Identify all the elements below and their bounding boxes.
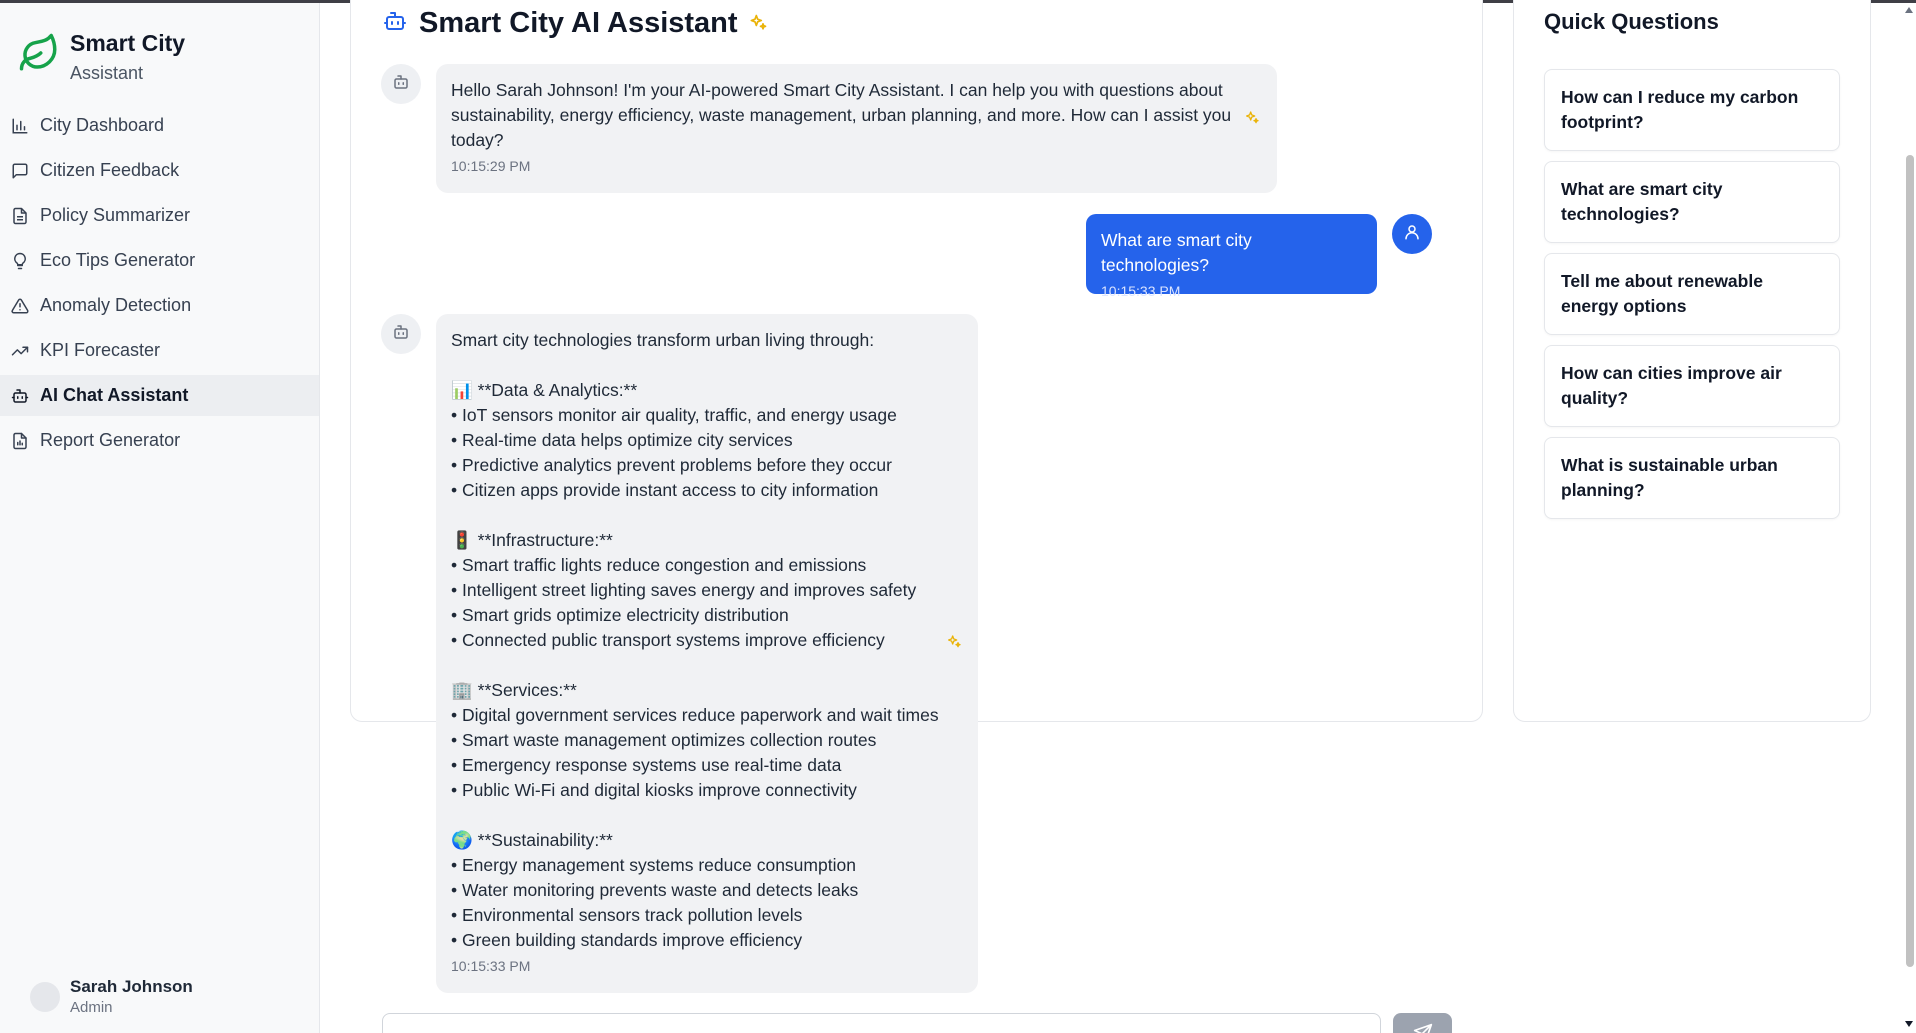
user-name: Sarah Johnson (70, 977, 193, 996)
sidebar-item-kpi-forecaster[interactable]: KPI Forecaster (0, 330, 319, 371)
sparkles-icon (946, 632, 962, 657)
bot-icon (10, 386, 30, 406)
user-icon (1403, 223, 1421, 246)
sidebar-item-label: Report Generator (40, 430, 181, 450)
quick-questions-title: Quick Questions (1544, 9, 1719, 34)
send-button[interactable] (1393, 1013, 1452, 1033)
sidebar-item-report-generator[interactable]: Report Generator (0, 420, 319, 461)
sparkles-icon (1244, 108, 1260, 133)
brand-title: Smart City (70, 30, 186, 56)
user-profile[interactable]: Sarah Johnson Admin (30, 976, 193, 1018)
quick-question-button[interactable]: How can cities improve air quality? (1544, 345, 1840, 427)
sidebar-item-label: AI Chat Assistant (40, 385, 189, 405)
user-role: Admin (70, 999, 113, 1016)
sidebar-item-label: City Dashboard (40, 115, 165, 135)
user-message: What are smart city technologies? 10:15:… (1086, 214, 1377, 299)
trending-up-icon (10, 341, 30, 361)
scrollbar-thumb[interactable] (1906, 155, 1914, 967)
assistant-message: Hello Sarah Johnson! I'm your AI-powered… (436, 64, 1277, 193)
sidebar-item-policy-summarizer[interactable]: Policy Summarizer (0, 195, 319, 236)
sidebar-item-city-dashboard[interactable]: City Dashboard (0, 105, 319, 146)
sidebar-item-label: Policy Summarizer (40, 205, 191, 225)
message-timestamp: 10:15:33 PM (1101, 283, 1181, 299)
message-timestamp: 10:15:29 PM (451, 158, 531, 174)
bot-icon (392, 73, 410, 96)
brand-subtitle: Assistant (70, 63, 144, 83)
sidebar-item-eco-tips-generator[interactable]: Eco Tips Generator (0, 240, 319, 281)
sidebar: Smart City Assistant City Dashboard Citi… (0, 3, 320, 1033)
bot-icon (392, 323, 410, 346)
quick-question-button[interactable]: Tell me about renewable energy options (1544, 253, 1840, 335)
message-timestamp: 10:15:33 PM (451, 958, 531, 974)
page-title: Smart City AI Assistant (419, 7, 738, 39)
brand[interactable]: Smart City Assistant (18, 28, 185, 86)
bot-icon (383, 9, 407, 38)
message-text: Smart city technologies transform urban … (451, 330, 939, 950)
sidebar-nav: City Dashboard Citizen Feedback Policy S… (0, 105, 319, 465)
sidebar-item-citizen-feedback[interactable]: Citizen Feedback (0, 150, 319, 191)
bar-chart-icon (10, 116, 30, 136)
quick-question-button[interactable]: What is sustainable urban planning? (1544, 437, 1840, 519)
message-square-icon (10, 161, 30, 181)
send-icon (1413, 1023, 1433, 1033)
report-icon (10, 431, 30, 451)
quick-question-button[interactable]: How can I reduce my carbon footprint? (1544, 69, 1840, 151)
sidebar-item-label: KPI Forecaster (40, 340, 161, 360)
sidebar-item-anomaly-detection[interactable]: Anomaly Detection (0, 285, 319, 326)
page-scrollbar[interactable] (1902, 3, 1916, 1033)
lightbulb-icon (10, 251, 30, 271)
assistant-avatar (381, 314, 421, 354)
leaf-logo-icon (18, 32, 60, 74)
chat-header: Smart City AI Assistant (383, 5, 768, 41)
sidebar-item-label: Eco Tips Generator (40, 250, 196, 270)
assistant-message: Smart city technologies transform urban … (436, 314, 978, 993)
sidebar-item-ai-chat-assistant[interactable]: AI Chat Assistant (0, 375, 319, 416)
assistant-avatar (381, 64, 421, 104)
sparkles-icon (748, 13, 768, 33)
avatar (30, 982, 60, 1012)
sidebar-item-label: Anomaly Detection (40, 295, 192, 315)
user-avatar (1392, 214, 1432, 254)
scroll-up-arrow-icon[interactable] (1905, 7, 1913, 13)
sidebar-item-label: Citizen Feedback (40, 160, 180, 180)
message-text: Hello Sarah Johnson! I'm your AI-powered… (451, 80, 1232, 150)
chat-input[interactable] (382, 1013, 1381, 1033)
document-icon (10, 206, 30, 226)
scroll-down-arrow-icon[interactable] (1905, 1021, 1913, 1027)
quick-question-button[interactable]: What are smart city technologies? (1544, 161, 1840, 243)
warning-triangle-icon (10, 296, 30, 316)
message-text: What are smart city technologies? (1101, 230, 1252, 275)
